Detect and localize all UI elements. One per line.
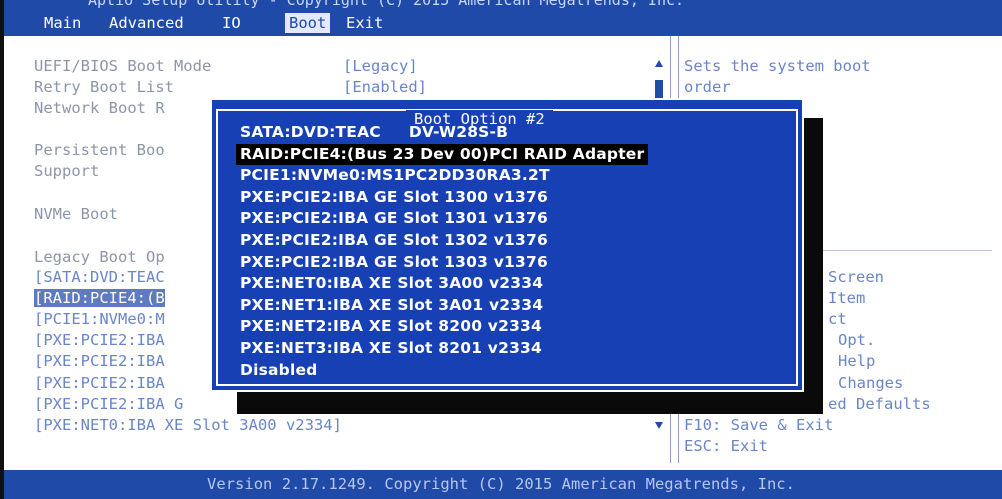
boot-option-list: SATA:DVD:TEAC DV-W28S-B RAID:PCIE4:(Bus 2…	[236, 122, 649, 382]
legacy-item[interactable]: [PXE:PCIE2:IBA	[34, 352, 165, 370]
boot-option[interactable]: SATA:DVD:TEAC DV-W28S-B	[236, 122, 648, 144]
setting-network-boot-label: Network Boot R	[34, 99, 165, 117]
setting-legacy-label: Legacy Boot Op	[34, 248, 165, 266]
setting-boot-mode-value[interactable]: [Legacy]	[343, 57, 418, 75]
setting-nvme-label: NVMe Boot	[34, 205, 118, 223]
menu-bar: Main Advanced IO Boot Exit	[0, 10, 1002, 36]
status-bar: Version 2.17.1249. Copyright (C) 2015 Am…	[0, 470, 1002, 499]
title-bar: Aptio Setup Utility - Copyright (C) 2015…	[0, 0, 1002, 10]
legacy-item[interactable]: [PXE:NET0:IBA XE Slot 3A00 v2334]	[34, 416, 342, 434]
setting-boot-mode-label: UEFI/BIOS Boot Mode	[34, 57, 212, 75]
scroll-down-icon[interactable]	[655, 422, 663, 429]
help-key: ESC: Exit	[684, 437, 768, 455]
legacy-item[interactable]: [PXE:PCIE2:IBA G	[34, 395, 183, 413]
help-description: order	[684, 78, 731, 96]
menu-main[interactable]: Main	[40, 13, 85, 33]
legacy-item[interactable]: [PXE:PCIE2:IBA	[34, 331, 165, 349]
boot-option[interactable]: PXE:PCIE2:IBA GE Slot 1303 v1376	[236, 252, 648, 274]
boot-option[interactable]: PXE:PCIE2:IBA GE Slot 1300 v1376	[236, 187, 648, 209]
boot-option[interactable]: PXE:NET2:IBA XE Slot 8200 v2334	[236, 316, 648, 338]
scroll-up-icon[interactable]	[655, 60, 663, 67]
setting-retry-label: Retry Boot List	[34, 78, 174, 96]
help-key: Help	[838, 352, 876, 370]
boot-option[interactable]: PXE:NET0:IBA XE Slot 3A00 v2334	[236, 273, 648, 295]
help-key: ct	[828, 310, 847, 328]
help-description: Sets the system boot	[684, 57, 871, 75]
boot-option[interactable]: PXE:PCIE2:IBA GE Slot 1302 v1376	[236, 230, 648, 252]
menu-io[interactable]: IO	[218, 13, 245, 33]
legacy-item[interactable]: [PXE:PCIE2:IBA	[34, 374, 165, 392]
help-key: ed Defaults	[828, 395, 931, 413]
setting-support-label: Support	[34, 162, 100, 180]
help-key: Item	[828, 289, 866, 307]
boot-option[interactable]: PXE:PCIE2:IBA GE Slot 1301 v1376	[236, 208, 648, 230]
setting-persistent-label: Persistent Boo	[34, 141, 165, 159]
version-text: Version 2.17.1249. Copyright (C) 2015 Am…	[207, 475, 795, 493]
legacy-item-selected[interactable]: [RAID:PCIE4:(B	[34, 289, 165, 307]
boot-option[interactable]: PCIE1:NVMe0:MS1PC2DD30RA3.2T	[236, 165, 648, 187]
boot-option-dialog: Boot Option #2 SATA:DVD:TEAC DV-W28S-B RA…	[210, 98, 804, 392]
bios-screen: Aptio Setup Utility - Copyright (C) 2015…	[0, 0, 1002, 499]
boot-option-selected[interactable]: RAID:PCIE4:(Bus 23 Dev 00)PCI RAID Adapt…	[236, 143, 649, 166]
legacy-item[interactable]: [SATA:DVD:TEAC	[34, 268, 165, 286]
help-key: F10: Save & Exit	[684, 416, 834, 434]
menu-boot[interactable]: Boot	[285, 13, 331, 33]
boot-option[interactable]: Disabled	[236, 360, 648, 382]
setting-retry-value[interactable]: [Enabled]	[343, 78, 427, 96]
title-text: Aptio Setup Utility - Copyright (C) 2015…	[88, 0, 685, 9]
help-key: Opt.	[838, 331, 876, 349]
help-key: Screen	[828, 268, 884, 286]
boot-option[interactable]: PXE:NET3:IBA XE Slot 8201 v2334	[236, 338, 648, 360]
screen-edge	[0, 0, 4, 499]
legacy-item[interactable]: [PCIE1:NVMe0:M	[34, 310, 165, 328]
menu-exit[interactable]: Exit	[342, 13, 387, 33]
menu-advanced[interactable]: Advanced	[105, 13, 188, 33]
boot-option[interactable]: PXE:NET1:IBA XE Slot 3A01 v2334	[236, 295, 648, 317]
help-key: Changes	[838, 374, 904, 392]
